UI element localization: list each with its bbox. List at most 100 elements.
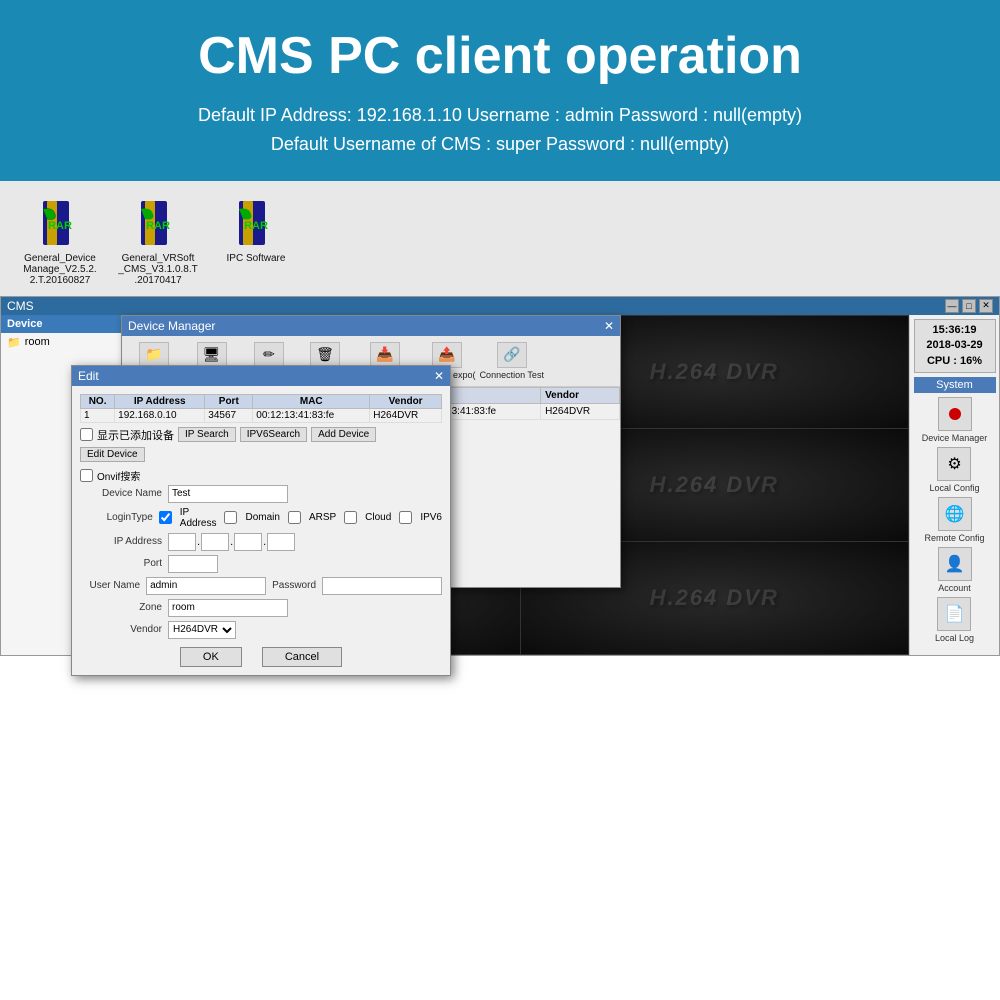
edit-col-no: NO. <box>81 394 115 408</box>
device-manager-titlebar: Device Manager ✕ <box>122 316 620 336</box>
onvif-checkbox[interactable] <box>80 469 93 482</box>
device-manager-title: Device Manager <box>128 319 215 333</box>
port-row: Port <box>80 555 442 573</box>
desktop-icon-label-2: IPC Software <box>227 253 286 264</box>
edit-table: NO. IP Address Port MAC Vendor 1 192.168… <box>80 394 442 423</box>
col-vendor: Vendor <box>541 387 620 403</box>
desktop-icon-0[interactable]: RAR General_Device Manage_V2.5.2. 2.T.20… <box>20 199 100 286</box>
device-manager-button[interactable]: Device Manager <box>922 397 988 443</box>
cms-clock: 15:36:19 2018-03-29 CPU : 16% <box>914 319 996 373</box>
remote-config-label: Remote Config <box>924 533 984 543</box>
sidebar-item-label: room <box>25 336 50 348</box>
ipv6-search-button[interactable]: IPV6Search <box>240 427 307 442</box>
ipv6-option: IPV6 <box>420 512 442 523</box>
device-manager-close[interactable]: ✕ <box>604 319 614 333</box>
banner-title: CMS PC client operation <box>20 28 980 85</box>
red-dot <box>949 408 961 420</box>
folder-icon: 📁 <box>7 336 21 349</box>
ip-address-row: IP Address . . . <box>80 533 442 551</box>
arsp-radio[interactable] <box>288 511 301 524</box>
account-button[interactable]: 👤 Account <box>938 547 972 593</box>
remote-config-button[interactable]: 🌐 Remote Config <box>924 497 984 543</box>
cms-right-panel: 15:36:19 2018-03-29 CPU : 16% System Dev… <box>909 315 999 655</box>
domain-radio[interactable] <box>224 511 237 524</box>
zone-input[interactable] <box>168 599 288 617</box>
edit-cell-vendor: H264DVR <box>370 408 442 422</box>
cloud-radio[interactable] <box>344 511 357 524</box>
connection-test-button[interactable]: 🔗 Connection Test <box>480 342 544 380</box>
edit-body: NO. IP Address Port MAC Vendor 1 192.168… <box>72 386 450 675</box>
local-config-icon: ⚙ <box>937 447 971 481</box>
device-name-input[interactable] <box>168 485 288 503</box>
port-label: Port <box>80 558 162 569</box>
vendor-select[interactable]: H264DVR <box>168 621 236 639</box>
edit-search-bar: 显示已添加设备 IP Search IPV6Search Add Device … <box>80 427 442 462</box>
cms-titlebar: CMS — □ ✕ <box>1 297 999 315</box>
edit-close-button[interactable]: ✕ <box>434 369 444 383</box>
ok-button[interactable]: OK <box>180 647 242 667</box>
username-label: User Name <box>80 580 140 591</box>
edit-title: Edit <box>78 369 99 383</box>
show-added-checkbox[interactable] <box>80 428 93 441</box>
edit-col-port: Port <box>205 394 253 408</box>
show-added-label: 显示已添加设备 <box>97 427 174 443</box>
cms-sidebar-header: Device <box>1 315 130 333</box>
sidebar-item-room[interactable]: 📁 room <box>1 333 130 352</box>
add-device-dialog-button[interactable]: Add Device <box>311 427 376 442</box>
remote-config-icon: 🌐 <box>938 497 972 531</box>
account-icon: 👤 <box>938 547 972 581</box>
svg-text:RAR: RAR <box>48 220 72 232</box>
edit-device-button[interactable]: Edit Device <box>80 447 145 462</box>
cloud-option: Cloud <box>365 512 391 523</box>
ip-seg-1[interactable] <box>168 533 196 551</box>
winrar-icon-2: RAR <box>231 199 281 249</box>
system-label: System <box>914 377 996 393</box>
desktop-icon-label-0: General_Device Manage_V2.5.2. 2.T.201608… <box>20 253 100 286</box>
cms-titlebar-buttons: — □ ✕ <box>945 299 993 313</box>
edit-table-row[interactable]: 1 192.168.0.10 34567 00:12:13:41:83:fe H… <box>81 408 442 422</box>
ipv6-radio[interactable] <box>399 511 412 524</box>
close-button[interactable]: ✕ <box>979 299 993 313</box>
clock-cpu: CPU : 16% <box>917 354 993 369</box>
local-config-button[interactable]: ⚙ Local Config <box>929 447 979 493</box>
onvif-label: Onvif搜索 <box>97 468 140 483</box>
port-input[interactable] <box>168 555 218 573</box>
banner-info-line1: Default IP Address: 192.168.1.10 Usernam… <box>20 101 980 130</box>
cms-content: Device 📁 room H.264 DVR H.264 DVR H.264 … <box>1 315 999 655</box>
password-label: Password <box>272 580 316 591</box>
ip-seg-4[interactable] <box>267 533 295 551</box>
maximize-button[interactable]: □ <box>962 299 976 313</box>
cancel-button[interactable]: Cancel <box>262 647 342 667</box>
password-input[interactable] <box>322 577 442 595</box>
clock-date: 2018-03-29 <box>917 338 993 353</box>
minimize-button[interactable]: — <box>945 299 959 313</box>
desktop-icon-1[interactable]: RAR General_VRSoft _CMS_V3.1.0.8.T .2017… <box>118 199 198 286</box>
local-log-button[interactable]: 📄 Local Log <box>935 597 974 643</box>
desktop-icon-2[interactable]: RAR IPC Software <box>216 199 296 264</box>
login-type-row: LoginType IP Address Domain ARSP Cloud I… <box>80 507 442 529</box>
cms-window-title: CMS <box>7 299 34 313</box>
username-input[interactable] <box>146 577 266 595</box>
connection-test-label: Connection Test <box>480 370 544 380</box>
device-manager-label: Device Manager <box>922 433 988 443</box>
local-log-icon: 📄 <box>937 597 971 631</box>
login-type-label: LoginType <box>80 512 153 523</box>
device-name-label: Device Name <box>80 488 162 499</box>
device-name-row: Device Name <box>80 485 442 503</box>
zone-label: Zone <box>80 602 162 613</box>
dot-2: . <box>230 536 233 548</box>
edit-cell-ip: 192.168.0.10 <box>115 408 205 422</box>
ip-address-radio[interactable] <box>159 511 172 524</box>
svg-text:RAR: RAR <box>244 220 268 232</box>
domain-option: Domain <box>245 512 279 523</box>
ip-address-option: IP Address <box>180 507 217 529</box>
ip-input-group: . . . <box>168 533 295 551</box>
device-manager-icon <box>938 397 972 431</box>
ip-search-button[interactable]: IP Search <box>178 427 236 442</box>
connection-test-icon: 🔗 <box>497 342 527 368</box>
ip-seg-2[interactable] <box>201 533 229 551</box>
edit-cell-port: 34567 <box>205 408 253 422</box>
onvif-row: Onvif搜索 <box>80 468 442 483</box>
dot-3: . <box>263 536 266 548</box>
ip-seg-3[interactable] <box>234 533 262 551</box>
